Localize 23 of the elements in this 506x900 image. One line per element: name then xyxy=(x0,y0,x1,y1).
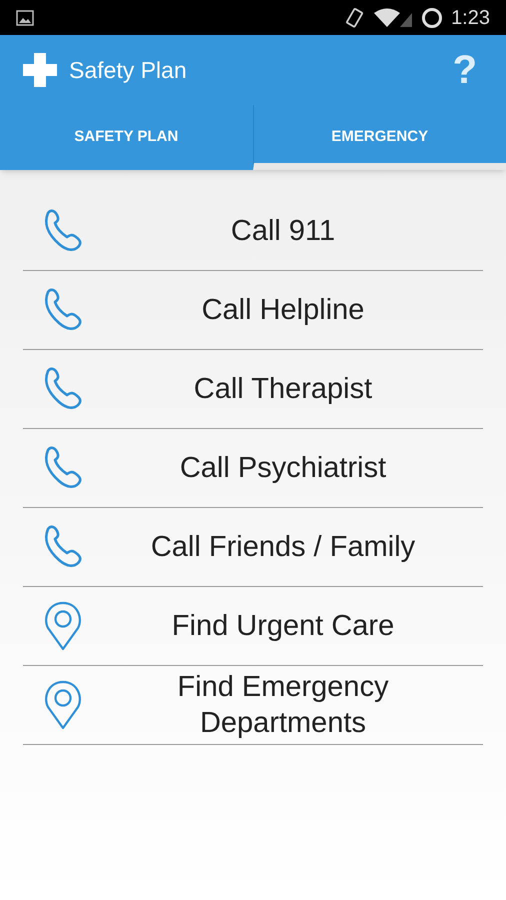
wifi-icon xyxy=(373,6,414,28)
action-item[interactable]: Call Friends / Family xyxy=(23,508,483,587)
location-pin-icon xyxy=(43,601,83,651)
action-label: Call Psychiatrist xyxy=(178,451,388,486)
location-pin-icon xyxy=(43,680,83,730)
clock-time: 1:23 xyxy=(451,6,490,30)
action-label: Find Urgent Care xyxy=(170,609,396,644)
action-label: Call Friends / Family xyxy=(150,530,416,565)
app-title: Safety Plan xyxy=(69,56,187,85)
action-label: Call Helpline xyxy=(200,293,366,328)
action-item[interactable]: Find Urgent Care xyxy=(23,587,483,666)
action-item[interactable]: Call Helpline xyxy=(23,271,483,350)
action-label: Call 911 xyxy=(230,214,336,249)
vibrate-icon xyxy=(345,6,366,28)
action-item[interactable]: Find Emergency Departments xyxy=(23,666,483,745)
action-label: Find Emergency Departments xyxy=(176,670,390,741)
circle-icon xyxy=(421,6,444,28)
image-icon xyxy=(16,10,34,26)
action-item[interactable]: Call Therapist xyxy=(23,350,483,429)
action-item[interactable]: Call 911 xyxy=(23,192,483,271)
action-item[interactable]: Call Psychiatrist xyxy=(23,429,483,508)
cross-icon xyxy=(23,53,57,87)
action-label: Call Therapist xyxy=(192,372,374,407)
